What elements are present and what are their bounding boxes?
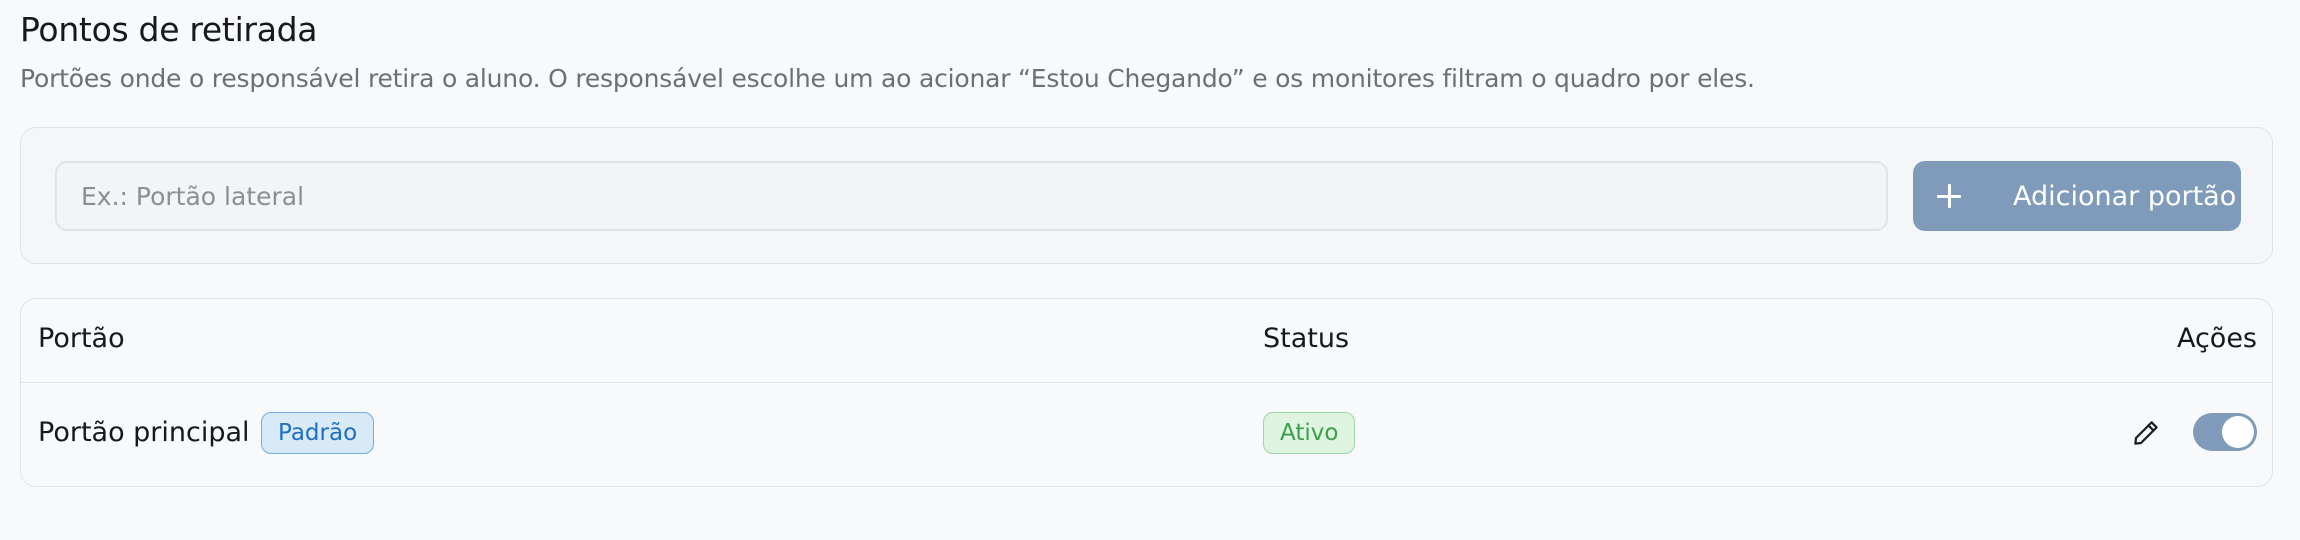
table-header: Portão Status Ações xyxy=(21,299,2272,383)
page-subtitle: Portões onde o responsável retira o alun… xyxy=(20,64,1755,93)
page-title: Pontos de retirada xyxy=(20,10,318,49)
default-badge: Padrão xyxy=(261,412,375,454)
gate-name: Portão principal xyxy=(38,417,250,448)
gates-table: Portão Status Ações Portão principal Pad… xyxy=(20,298,2273,487)
table-row: Portão principal Padrão Ativo xyxy=(21,383,2272,486)
status-badge: Ativo xyxy=(1263,412,1356,454)
gate-active-toggle[interactable] xyxy=(2193,413,2257,451)
pencil-icon xyxy=(2134,421,2158,445)
edit-gate-button[interactable] xyxy=(2126,413,2166,453)
gate-name-input[interactable] xyxy=(55,161,1888,231)
add-gate-button-label: Adicionar portão xyxy=(2013,180,2237,212)
plus-icon xyxy=(1937,184,1961,208)
add-gate-card: Adicionar portão xyxy=(20,127,2273,264)
column-header-status: Status xyxy=(1263,323,1350,354)
column-header-actions: Ações xyxy=(2176,323,2257,354)
column-header-gate: Portão xyxy=(38,323,125,354)
toggle-knob xyxy=(2222,416,2254,448)
add-gate-button[interactable]: Adicionar portão xyxy=(1913,161,2241,231)
